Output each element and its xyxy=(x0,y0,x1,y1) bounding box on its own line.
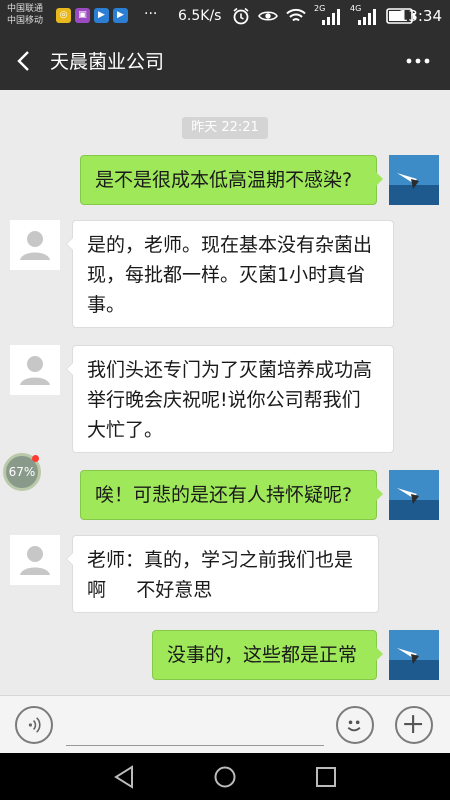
message-text: 我们头还专门为了灭菌培养成功高举行晚会庆祝呢!说你公司帮我们大忙了。 xyxy=(87,359,373,441)
app-notification-icon: ▶ xyxy=(94,8,109,23)
contact-avatar[interactable] xyxy=(10,535,60,585)
message-text: 没事的，这些都是正常 xyxy=(167,644,358,666)
voice-button[interactable] xyxy=(15,706,53,744)
contact-avatar[interactable] xyxy=(10,220,60,270)
app-notification-icon: ▶ xyxy=(113,8,128,23)
chat-header: 天晨菌业公司 xyxy=(0,32,450,90)
chevron-left-icon xyxy=(17,51,29,71)
more-notifications-icon: ··· xyxy=(144,6,158,22)
system-home-button[interactable] xyxy=(211,763,239,791)
system-back-button[interactable] xyxy=(110,763,138,791)
self-avatar[interactable] xyxy=(389,155,439,205)
self-avatar[interactable] xyxy=(389,630,439,680)
carrier-info: 中国联通 中国移动 xyxy=(7,3,43,27)
back-button[interactable] xyxy=(10,47,38,75)
emoji-icon xyxy=(347,720,361,732)
carrier-1: 中国联通 xyxy=(7,4,44,14)
square-recents-icon xyxy=(316,767,336,787)
signal-icon-1: 2G xyxy=(314,4,342,25)
wifi-icon xyxy=(286,8,306,22)
message-text: 老师：真的，学习之前我们也是啊 不好意思 xyxy=(87,549,354,601)
network-speed: 6.5K/s xyxy=(178,8,222,24)
plus-button[interactable] xyxy=(395,706,433,744)
message-bubble[interactable]: 是的，老师。现在基本没有杂菌出现，每批都一样。灭菌1小时真省事。 xyxy=(66,220,394,328)
system-recent-apps-button[interactable] xyxy=(312,763,340,791)
voice-icon xyxy=(28,717,41,733)
app-notification-icon: ◎ xyxy=(56,8,71,23)
status-bar: 中国联通 中国移动 ◎ ▣ ▶ ▶ ··· 6.5K/s 2G 4G 13:34 xyxy=(0,0,450,32)
system-icons: 2G 4G xyxy=(232,4,416,25)
carrier-2: 中国移动 xyxy=(7,16,44,26)
message-text: 是不是很成本低高温期不感染? xyxy=(95,169,353,191)
status-time: 13:34 xyxy=(398,7,442,25)
message-text: 是的，老师。现在基本没有杂菌出现，每批都一样。灭菌1小时真省事。 xyxy=(87,234,373,316)
app-notification-icon: ▣ xyxy=(75,8,90,23)
system-navigation-bar xyxy=(0,753,450,800)
chat-area[interactable]: 昨天 22:21 是不是很成本低高温期不感染? 是的，老师。现在基本没有杂菌出现… xyxy=(0,90,450,695)
floating-progress-badge[interactable]: 67% xyxy=(3,453,41,491)
triangle-back-icon xyxy=(114,765,133,789)
notification-dot xyxy=(32,455,39,462)
message-input[interactable] xyxy=(66,704,324,746)
emoji-button[interactable] xyxy=(336,706,374,744)
time-separator: 昨天 22:21 xyxy=(182,117,268,139)
badge-percent: 67% xyxy=(8,465,36,479)
message-bubble[interactable]: 我们头还专门为了灭菌培养成功高举行晚会庆祝呢!说你公司帮我们大忙了。 xyxy=(66,345,394,453)
signal-icon-2: 4G xyxy=(350,4,378,25)
notification-icons: ◎ ▣ ▶ ▶ xyxy=(56,8,128,23)
message-bubble[interactable]: 是不是很成本低高温期不感染? xyxy=(80,155,383,205)
circle-home-icon xyxy=(214,766,236,788)
chat-title: 天晨菌业公司 xyxy=(50,51,165,73)
message-text: 唉！可悲的是还有人持怀疑呢? xyxy=(95,484,353,506)
more-button[interactable] xyxy=(404,51,432,71)
plus-icon xyxy=(404,715,423,734)
contact-avatar[interactable] xyxy=(10,345,60,395)
input-bar xyxy=(0,695,450,753)
more-horizontal-icon xyxy=(406,58,430,64)
alarm-icon xyxy=(233,7,249,25)
message-bubble[interactable]: 没事的，这些都是正常 xyxy=(152,630,383,680)
message-bubble[interactable]: 唉！可悲的是还有人持怀疑呢? xyxy=(80,470,383,520)
self-avatar[interactable] xyxy=(389,470,439,520)
eye-icon xyxy=(258,11,278,21)
message-bubble[interactable]: 老师：真的，学习之前我们也是啊 不好意思 xyxy=(66,535,379,613)
